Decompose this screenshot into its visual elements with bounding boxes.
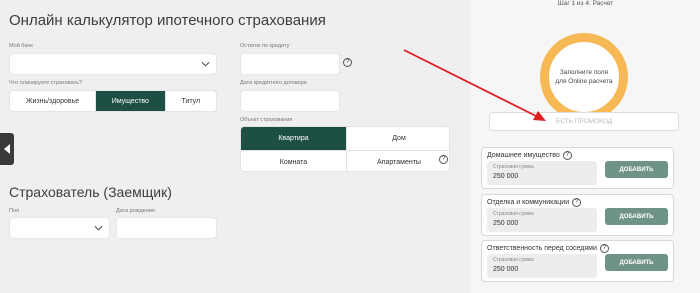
balance-label: Остаток по кредиту [240, 43, 290, 49]
object-option-room[interactable]: Комната [241, 150, 346, 171]
chevron-down-icon [201, 61, 210, 67]
birth-date-input[interactable] [116, 217, 217, 239]
sum-insured-value: 250 000 [493, 266, 519, 273]
insure-option-property[interactable]: Имущество [96, 91, 166, 111]
balance-input[interactable] [240, 53, 340, 75]
progress-ring-text: Заполните поля для Online расчета [555, 69, 613, 85]
add-button[interactable]: ДОБАВИТЬ [605, 208, 668, 225]
page-title: Онлайн калькулятор ипотечного страховани… [9, 12, 326, 29]
add-button[interactable]: ДОБАВИТЬ [605, 161, 668, 178]
chevron-down-icon [94, 225, 103, 231]
object-option-apartments[interactable]: Апартаменты [346, 150, 449, 171]
sum-insured-field[interactable]: Страховая сумма 250 000 [487, 208, 597, 232]
sum-insured-value: 250 000 [493, 220, 519, 227]
object-option-house[interactable]: Дом [346, 127, 449, 150]
object-type-selector: Квартира Дом Комната Апартаменты [240, 126, 450, 172]
object-help-icon[interactable]: ? [439, 155, 448, 164]
sum-insured-label: Страховая сумма [493, 164, 534, 170]
card-title: Отделка и коммуникации [487, 199, 570, 206]
balance-help-icon[interactable]: ? [343, 58, 352, 67]
sum-insured-label: Страховая сумма [493, 257, 534, 263]
question-circle-icon[interactable]: ? [562, 151, 572, 160]
option-card-home-property: Домашнее имущество ? Страховая сумма 250… [481, 147, 674, 189]
contract-date-input[interactable] [240, 90, 340, 112]
contract-date-label: Дата кредитного договора [240, 80, 307, 86]
sum-insured-field[interactable]: Страховая сумма 250 000 [487, 254, 597, 278]
card-title: Ответственность перед соседями [487, 245, 597, 252]
sum-insured-value: 250 000 [493, 173, 519, 180]
insure-type-selector: Жизнь/здоровье Имущество Титул [9, 90, 217, 112]
option-card-finishing: Отделка и коммуникации ? Страховая сумма… [481, 194, 674, 236]
question-circle-icon[interactable]: ? [572, 198, 582, 207]
insure-option-title[interactable]: Титул [166, 91, 217, 111]
step-indicator: Шаг 1 из 4: Расчет [557, 0, 614, 7]
prev-slide-button[interactable] [0, 133, 14, 165]
insured-section-title: Страхователь (Заемщик) [9, 184, 172, 200]
bank-label: Мой банк [9, 43, 33, 49]
insure-label: Что планируете страховать? [9, 80, 83, 86]
sum-insured-field[interactable]: Страховая сумма 250 000 [487, 161, 597, 185]
option-card-liability: Ответственность перед соседями ? Страхов… [481, 240, 674, 282]
object-label: Объект страхования [240, 117, 293, 123]
bank-select[interactable] [9, 53, 217, 75]
progress-ring: Заполните поля для Online расчета [540, 33, 628, 121]
object-option-apartment[interactable]: Квартира [241, 127, 346, 150]
arrow-left-icon [3, 144, 10, 154]
question-circle-icon[interactable]: ? [599, 244, 609, 253]
insure-option-life[interactable]: Жизнь/здоровье [10, 91, 97, 111]
card-title: Домашнее имущество [487, 152, 560, 159]
add-button[interactable]: ДОБАВИТЬ [605, 254, 668, 271]
birth-date-label: Дата рождения [116, 208, 155, 214]
promo-code-button[interactable]: ЕСТЬ ПРОМОКОД [489, 112, 679, 131]
gender-select[interactable] [9, 217, 110, 239]
sum-insured-label: Страховая сумма [493, 211, 534, 217]
gender-label: Пол [9, 208, 20, 214]
